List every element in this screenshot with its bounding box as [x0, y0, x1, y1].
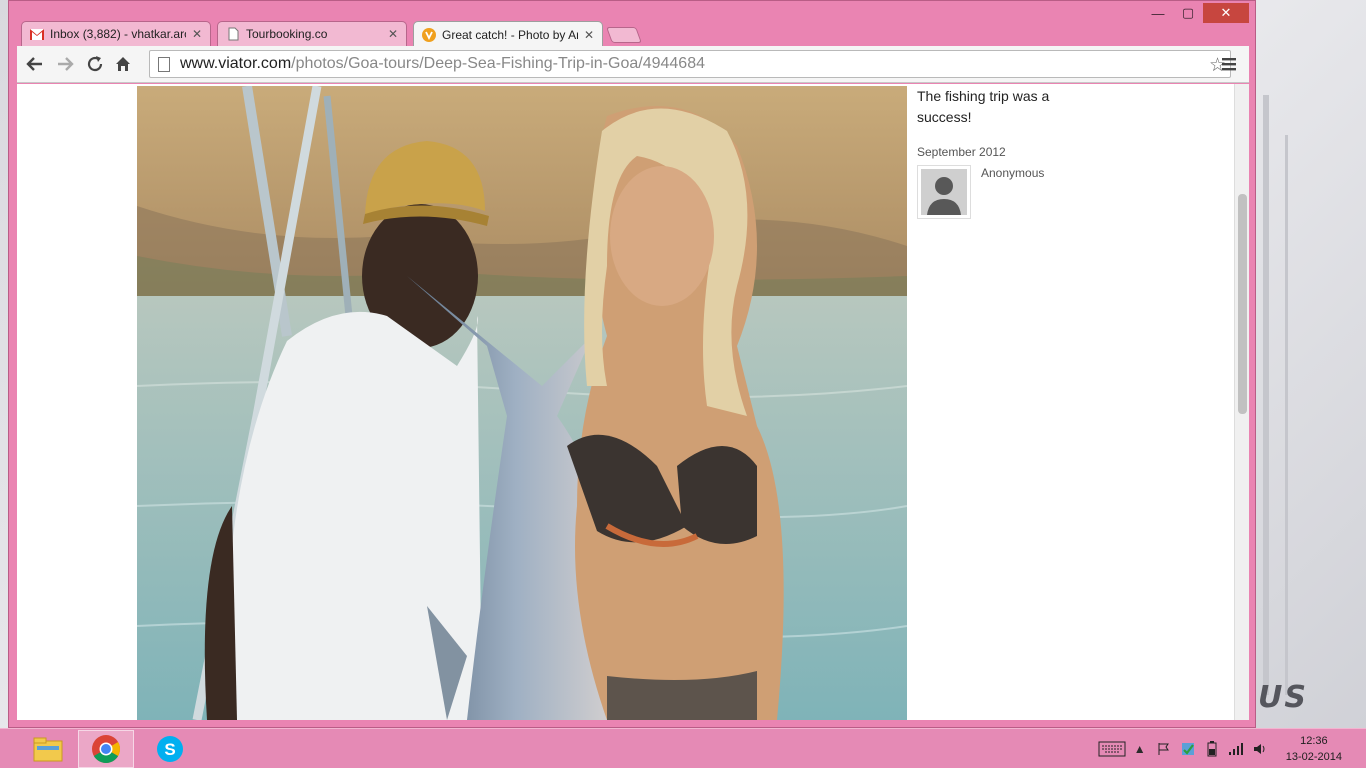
tab-title: Great catch! - Photo by Ar: [442, 27, 578, 42]
photo[interactable]: [137, 86, 907, 720]
taskbar: S ▲ 12:36 13-02-2014: [0, 728, 1366, 768]
tab-close-icon[interactable]: ✕: [192, 27, 202, 41]
battery-icon[interactable]: [1201, 739, 1223, 759]
desktop-logo: US: [1258, 680, 1308, 715]
skype-taskbar-button[interactable]: S: [142, 730, 198, 768]
back-arrow-icon: [26, 57, 42, 71]
minimize-button[interactable]: —: [1143, 3, 1173, 23]
reload-button[interactable]: [83, 53, 107, 75]
forward-button[interactable]: [53, 53, 77, 75]
page-viewport: The fishing trip was a success! Septembe…: [17, 84, 1234, 720]
reviewer-block: Anonymous: [917, 165, 1217, 219]
url-text: www.viator.com/photos/Goa-tours/Deep-Sea…: [180, 55, 705, 72]
default-user-icon: [927, 177, 961, 215]
hamburger-menu-icon: [1222, 58, 1236, 71]
system-tray: ▲ 12:36 13-02-2014: [1096, 729, 1366, 768]
fishing-photo-image: [137, 86, 907, 720]
photo-caption: The fishing trip was a success!: [917, 88, 1050, 125]
chrome-taskbar-button[interactable]: [78, 730, 134, 768]
system-clock[interactable]: 12:36 13-02-2014: [1286, 733, 1342, 765]
back-button[interactable]: [23, 53, 47, 75]
clock-time: 12:36: [1300, 735, 1328, 747]
reload-icon: [87, 56, 103, 72]
reviewer-name[interactable]: Anonymous: [981, 166, 1044, 219]
skype-icon: S: [157, 736, 183, 762]
show-hidden-icons-chevron-up-icon[interactable]: ▲: [1129, 739, 1151, 759]
signal-strength-icon[interactable]: [1225, 739, 1247, 759]
browser-window: — ▢ ✕ Inbox (3,882) - vhatkar.arc ✕ Tour…: [8, 0, 1256, 728]
chrome-icon: [92, 735, 120, 763]
review-date: September 2012: [917, 145, 1006, 159]
page-icon: [226, 27, 240, 41]
volume-icon[interactable]: [1249, 739, 1271, 759]
gmail-icon: [30, 27, 44, 41]
clock-date: 13-02-2014: [1285, 751, 1342, 763]
avatar[interactable]: [917, 165, 971, 219]
page-icon: [158, 56, 170, 72]
home-button[interactable]: [111, 53, 135, 75]
photo-sidebar: The fishing trip was a success! Septembe…: [917, 86, 1217, 219]
action-center-flag-icon[interactable]: [1153, 739, 1175, 759]
home-icon: [116, 57, 130, 71]
file-explorer-icon: [33, 737, 63, 762]
network-status-icon[interactable]: [1177, 739, 1199, 759]
desktop-background: [1255, 95, 1366, 715]
maximize-button[interactable]: ▢: [1173, 3, 1203, 23]
menu-button[interactable]: [1217, 53, 1241, 75]
svg-text:S: S: [164, 740, 175, 759]
new-tab-button[interactable]: [606, 27, 642, 43]
keyboard-icon[interactable]: [1097, 739, 1127, 759]
tab-close-icon[interactable]: ✕: [584, 28, 594, 42]
window-controls: — ▢ ✕: [1143, 3, 1249, 23]
tab-tourbooking[interactable]: Tourbooking.co ✕: [217, 21, 407, 46]
address-bar[interactable]: www.viator.com/photos/Goa-tours/Deep-Sea…: [149, 50, 1231, 78]
browser-toolbar: www.viator.com/photos/Goa-tours/Deep-Sea…: [17, 46, 1249, 83]
tab-viator-photo[interactable]: Great catch! - Photo by Ar ✕: [413, 21, 603, 47]
forward-arrow-icon: [58, 57, 74, 71]
file-explorer-button[interactable]: [20, 730, 76, 768]
tab-title: Tourbooking.co: [246, 27, 328, 41]
tab-title: Inbox (3,882) - vhatkar.arc: [50, 27, 186, 41]
close-button[interactable]: ✕: [1203, 3, 1249, 23]
tab-close-icon[interactable]: ✕: [388, 27, 398, 41]
tab-inbox[interactable]: Inbox (3,882) - vhatkar.arc ✕: [21, 21, 211, 46]
vertical-scrollbar[interactable]: [1234, 84, 1249, 720]
viator-icon: [422, 27, 436, 42]
scroll-thumb[interactable]: [1238, 194, 1247, 414]
tab-strip: Inbox (3,882) - vhatkar.arc ✕ Tourbookin…: [21, 21, 642, 47]
